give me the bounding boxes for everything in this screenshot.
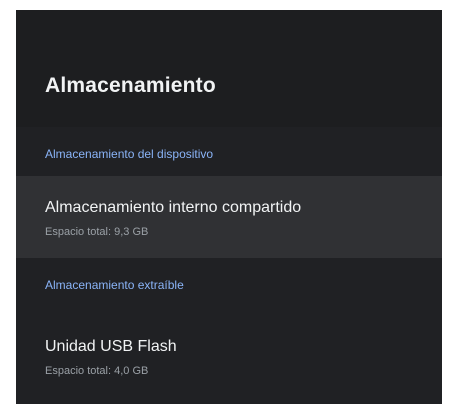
list-item-usb-flash-drive[interactable]: Unidad USB Flash Espacio total: 4,0 GB <box>16 315 442 397</box>
list-item-subtitle: Espacio total: 9,3 GB <box>45 226 149 238</box>
list-item-internal-shared-storage[interactable]: Almacenamiento interno compartido Espaci… <box>16 176 442 258</box>
header: Almacenamiento <box>16 10 442 127</box>
section-header-device-storage: Almacenamiento del dispositivo <box>45 147 214 161</box>
section-header-removable-storage: Almacenamiento extraíble <box>45 278 184 292</box>
list-item-title: Unidad USB Flash <box>45 338 177 355</box>
list-item-subtitle: Espacio total: 4,0 GB <box>45 365 149 377</box>
list-item-title: Almacenamiento interno compartido <box>45 199 302 216</box>
storage-settings-panel: Almacenamiento Almacenamiento del dispos… <box>16 10 442 404</box>
page-title: Almacenamiento <box>45 74 216 97</box>
